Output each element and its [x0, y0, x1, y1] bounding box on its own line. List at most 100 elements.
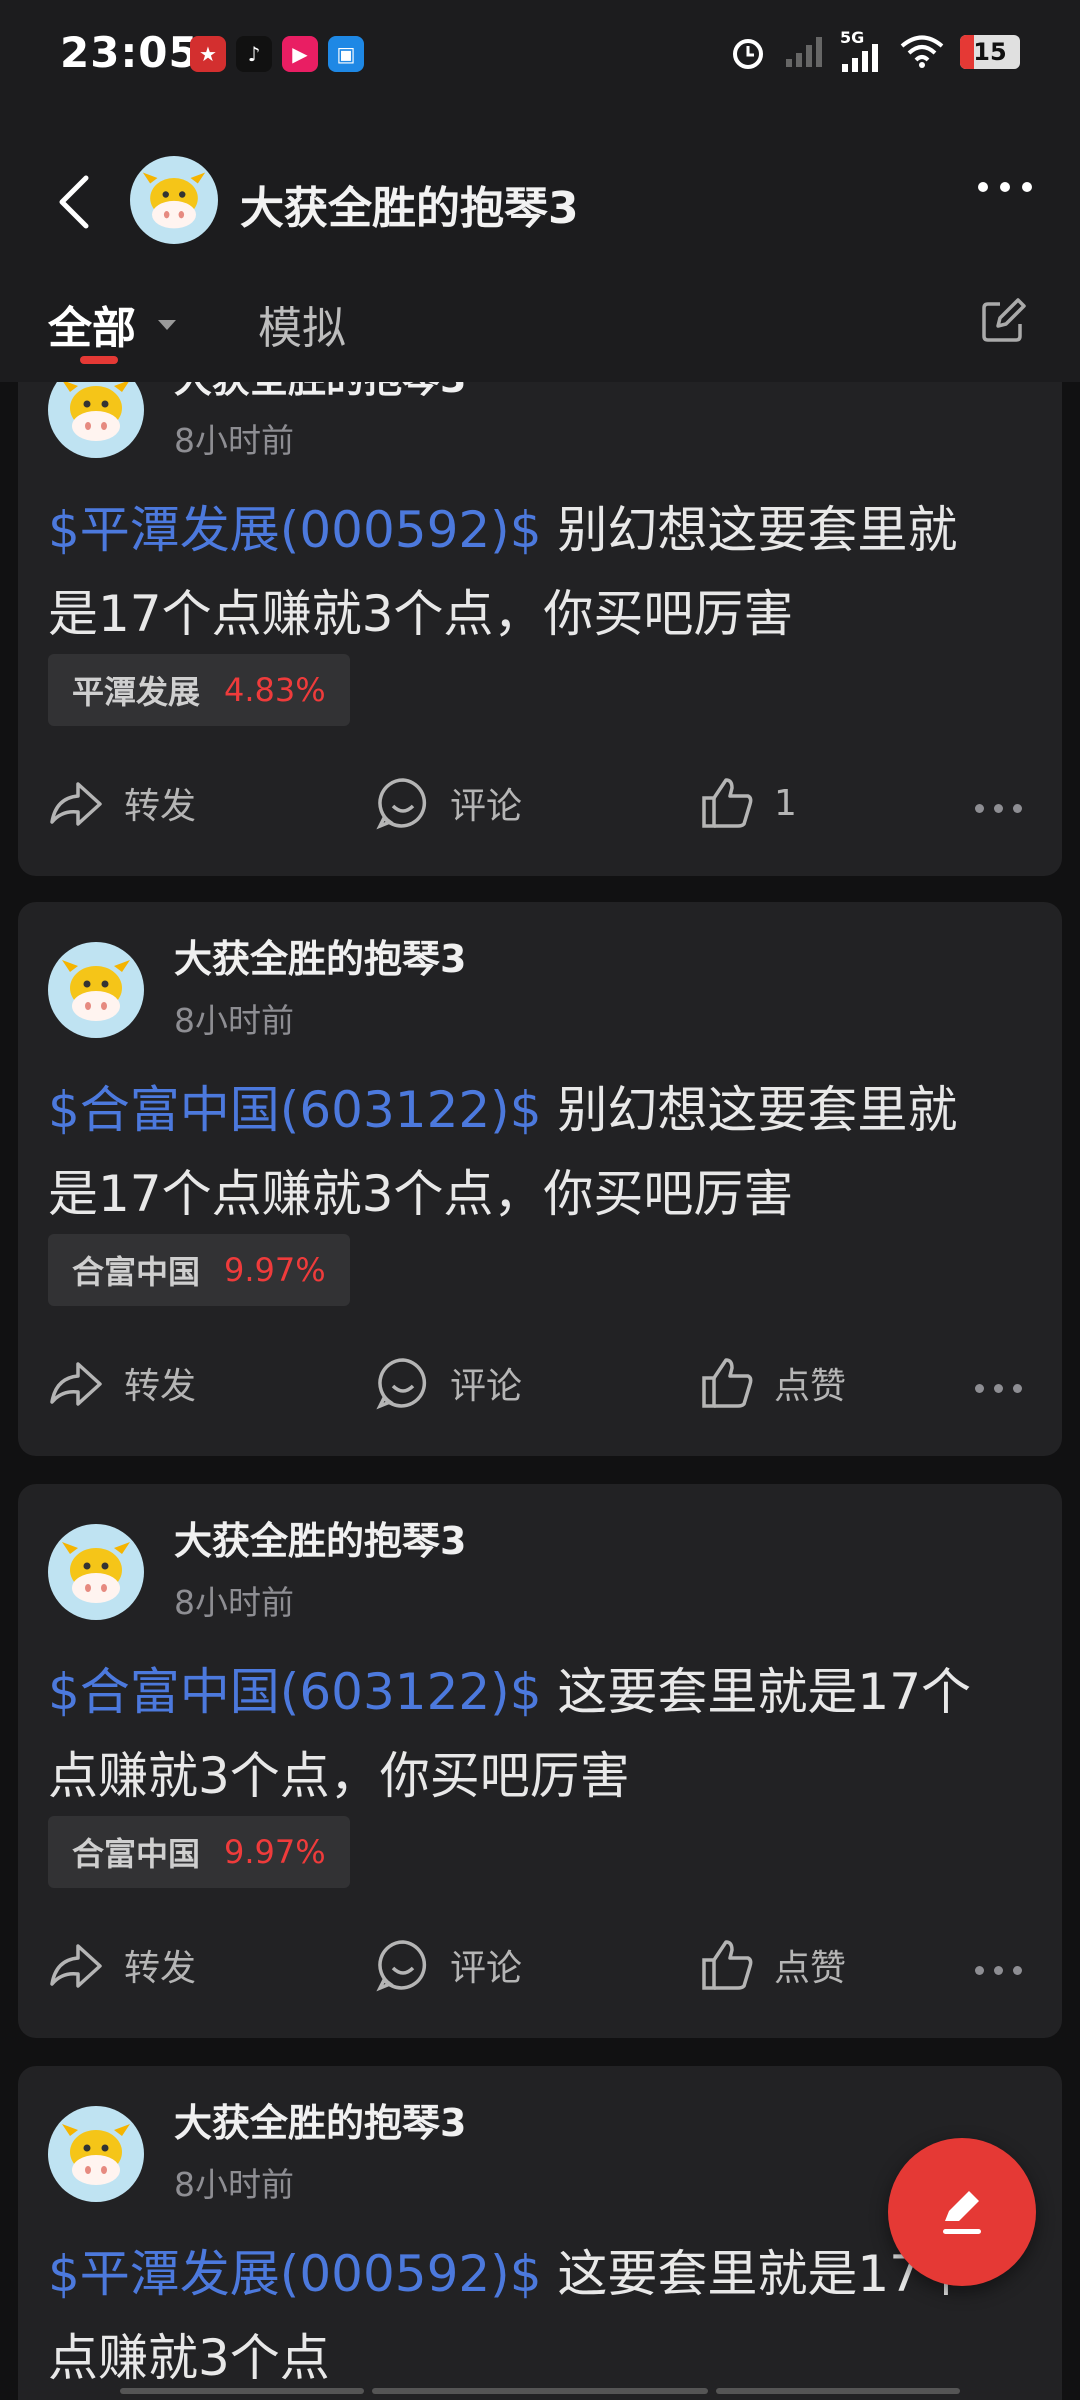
avatar[interactable]: [48, 1524, 144, 1620]
post-text-line: 别幻想这要套里就: [541, 501, 958, 559]
stock-chip-change: 4.83%: [224, 671, 326, 709]
comment-label: 评论: [450, 786, 523, 827]
stock-chip[interactable]: 合富中国 9.97%: [48, 1234, 350, 1306]
share-button[interactable]: 转发: [48, 1936, 196, 1994]
app-notification-icon: ★: [190, 36, 226, 72]
like-label: 点赞: [774, 1948, 847, 1989]
alarm-icon: [733, 39, 763, 69]
share-icon: [50, 1362, 102, 1406]
post-author[interactable]: 大获全胜的抱琴3: [174, 382, 466, 403]
post-card[interactable]: 大获全胜的抱琴3 8小时前 $合富中国(603122)$ 这要套里就是17个 点赚…: [18, 1484, 1062, 2038]
post-actions: 转发 评论 点赞: [18, 1354, 1062, 1424]
comment-button[interactable]: 评论: [374, 774, 522, 832]
comment-label: 评论: [450, 1948, 523, 1989]
tab-simulated[interactable]: 模拟: [258, 292, 346, 356]
comment-icon: [376, 778, 427, 830]
post-author[interactable]: 大获全胜的抱琴3: [174, 928, 466, 983]
compose-button[interactable]: [888, 2138, 1036, 2286]
post-text: $平潭发展(000592)$ 别幻想这要套里就是17个点赚就3个点，你买吧厉害: [48, 488, 1038, 656]
post-time: 8小时前: [174, 421, 294, 460]
post-time: 8小时前: [174, 1001, 294, 1040]
top-app-bar: 大获全胜的抱琴3: [0, 112, 1080, 282]
cow-avatar-icon: [63, 382, 129, 441]
post-actions: 转发 评论 1: [18, 774, 1062, 844]
like-icon: [702, 778, 753, 828]
cow-avatar-icon: [142, 172, 206, 229]
avatar[interactable]: [48, 2106, 144, 2202]
post-text: $平潭发展(000592)$ 这要套里就是17个 点赚就3个点: [48, 2232, 1038, 2400]
cow-avatar-icon: [62, 960, 130, 1021]
post-time: 8小时前: [174, 2165, 294, 2204]
back-arrow-icon[interactable]: [54, 172, 94, 232]
post-text-line: 是17个点赚就3个点，你买吧厉害: [48, 585, 794, 643]
share-icon: [50, 782, 102, 826]
stock-chip[interactable]: 平潭发展 4.83%: [48, 654, 350, 726]
like-button[interactable]: 点赞: [698, 1936, 846, 1994]
stock-chip-change: 9.97%: [224, 1251, 326, 1289]
stock-chip[interactable]: 合富中国 9.97%: [48, 1816, 350, 1888]
stock-link[interactable]: $平潭发展(000592)$: [48, 2245, 542, 2303]
avatar[interactable]: [130, 156, 218, 244]
like-button[interactable]: 点赞: [698, 1354, 846, 1412]
battery-indicator: 15: [960, 35, 1020, 69]
signal-weak-icon: [786, 37, 822, 67]
cow-avatar-icon: [62, 1542, 130, 1603]
edit-icon[interactable]: [978, 296, 1028, 346]
tab-all[interactable]: 全部: [48, 292, 136, 356]
post-author[interactable]: 大获全胜的抱琴3: [174, 2092, 466, 2147]
like-label: 点赞: [774, 1366, 847, 1407]
share-label: 转发: [124, 1366, 197, 1407]
comment-button[interactable]: 评论: [374, 1936, 522, 1994]
post-card[interactable]: 大获全胜的抱琴3 8小时前 $平潭发展(000592)$ 别幻想这要套里就是17…: [18, 382, 1062, 876]
post-text-line: 点赚就3个点: [48, 2329, 330, 2387]
gesture-bar: [0, 2382, 1080, 2400]
chat-app-icon: ▣: [328, 36, 364, 72]
stock-link[interactable]: $合富中国(603122)$: [48, 1081, 542, 1139]
stock-chip-name: 合富中国: [72, 1835, 201, 1873]
avatar[interactable]: [48, 382, 144, 458]
comment-icon: [376, 1940, 427, 1992]
post-card[interactable]: 大获全胜的抱琴3 8小时前 $合富中国(603122)$ 别幻想这要套里就是17…: [18, 902, 1062, 1456]
more-icon[interactable]: [978, 182, 1032, 192]
share-button[interactable]: 转发: [48, 1354, 196, 1412]
stock-link[interactable]: $平潭发展(000592)$: [48, 501, 542, 559]
post-text-line: 别幻想这要套里就: [541, 1081, 958, 1139]
tiktok-icon: ♪: [236, 36, 272, 72]
like-icon: [702, 1358, 753, 1408]
page-title: 大获全胜的抱琴3: [240, 183, 579, 234]
comment-icon: [376, 1358, 427, 1410]
share-button[interactable]: 转发: [48, 774, 196, 832]
video-app-icon: ▶: [282, 36, 318, 72]
wifi-icon: [900, 35, 944, 68]
status-app-icons: ★ ♪ ▶ ▣: [190, 36, 364, 72]
like-button[interactable]: 1: [698, 774, 797, 832]
post-author[interactable]: 大获全胜的抱琴3: [174, 1510, 466, 1565]
post-time: 8小时前: [174, 1583, 294, 1622]
stock-chip-change: 9.97%: [224, 1833, 326, 1871]
status-bar: 23:05 ★ ♪ ▶ ▣ 5G 15: [0, 0, 1080, 112]
post-feed[interactable]: 大获全胜的抱琴3 8小时前 $平潭发展(000592)$ 别幻想这要套里就是17…: [0, 382, 1080, 2400]
battery-level: 15: [973, 38, 1007, 66]
caret-down-icon[interactable]: [158, 320, 176, 330]
post-text: $合富中国(603122)$ 别幻想这要套里就是17个点赚就3个点，你买吧厉害: [48, 1068, 1038, 1236]
post-more-icon[interactable]: [975, 1384, 1022, 1393]
stock-chip-name: 合富中国: [72, 1253, 201, 1291]
post-actions: 转发 评论 点赞: [18, 1936, 1062, 2006]
post-text-line: 是17个点赚就3个点，你买吧厉害: [48, 1165, 794, 1223]
like-icon: [702, 1940, 753, 1990]
avatar[interactable]: [48, 942, 144, 1038]
share-label: 转发: [124, 786, 197, 827]
share-label: 转发: [124, 1948, 197, 1989]
status-indicators: 5G 15: [728, 28, 1020, 72]
post-more-icon[interactable]: [975, 804, 1022, 813]
cow-avatar-icon: [62, 2124, 130, 2185]
compose-icon: [943, 2191, 981, 2234]
share-icon: [50, 1944, 102, 1988]
stock-link[interactable]: $合富中国(603122)$: [48, 1663, 542, 1721]
post-text: $合富中国(603122)$ 这要套里就是17个 点赚就3个点，你买吧厉害: [48, 1650, 1038, 1818]
scroll-indicator: [372, 2388, 708, 2394]
comment-button[interactable]: 评论: [374, 1354, 522, 1412]
post-text-line: 点赚就3个点，你买吧厉害: [48, 1747, 630, 1805]
scroll-indicator: [120, 2388, 364, 2394]
post-more-icon[interactable]: [975, 1966, 1022, 1975]
